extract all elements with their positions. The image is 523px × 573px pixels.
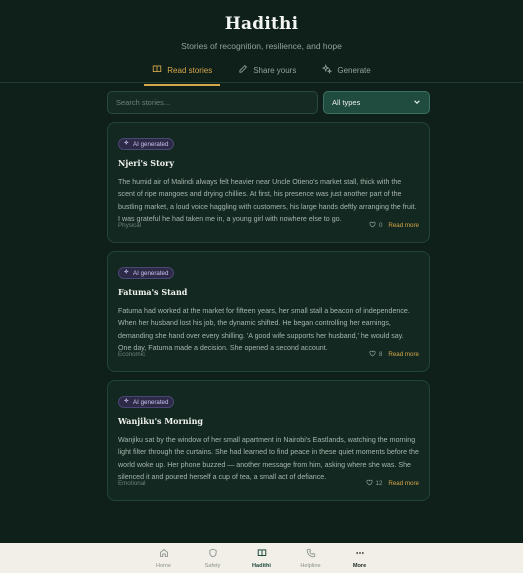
like-button[interactable]: 8 — [369, 350, 382, 359]
heart-icon — [369, 350, 376, 359]
heart-icon — [369, 221, 376, 230]
story-category: Economic — [118, 351, 146, 358]
bottom-nav: Home Safety Hadithi Helpline More — [0, 543, 523, 573]
story-list: AI generated Njeri's Story The humid air… — [107, 122, 430, 509]
nav-home[interactable]: Home — [149, 543, 178, 573]
page-header: Hadithi Stories of recognition, resilien… — [0, 0, 523, 51]
story-card[interactable]: AI generated Wanjiku's Morning Wanjiku s… — [107, 380, 430, 501]
search-input[interactable] — [107, 91, 318, 114]
shield-icon — [208, 548, 218, 563]
book-open-icon — [257, 548, 267, 563]
more-dots-icon — [355, 548, 365, 563]
ai-generated-badge: AI generated — [118, 267, 175, 279]
nav-label: More — [352, 563, 367, 569]
sparkle-icon — [123, 268, 130, 277]
story-footer: Physical 0 Read more — [118, 221, 419, 230]
badge-label: AI generated — [133, 140, 169, 148]
tab-label: Share yours — [253, 65, 297, 75]
story-footer: Economic 8 Read more — [118, 350, 419, 359]
story-excerpt: Fatuma had worked at the market for fift… — [118, 307, 410, 352]
story-title: Fatuma's Stand — [118, 287, 188, 297]
badge-label: AI generated — [133, 398, 169, 406]
page-title: Hadithi — [224, 14, 299, 34]
chevron-down-icon — [413, 98, 421, 108]
story-category: Emotional — [118, 480, 146, 487]
nav-hadithi[interactable]: Hadithi — [247, 543, 276, 573]
story-excerpt: The humid air of Malindi always felt hea… — [118, 178, 417, 223]
like-count: 12 — [375, 480, 383, 487]
story-card[interactable]: AI generated Njeri's Story The humid air… — [107, 122, 430, 243]
nav-label: Safety — [204, 563, 221, 569]
nav-helpline[interactable]: Helpline — [296, 543, 325, 573]
nav-label: Hadithi — [252, 563, 271, 569]
sparkle-icon — [123, 397, 130, 406]
sparkle-icon — [123, 139, 130, 148]
sparkle-icon — [322, 64, 333, 76]
app-root: Hadithi Stories of recognition, resilien… — [0, 0, 523, 573]
story-card[interactable]: AI generated Fatuma's Stand Fatuma had w… — [107, 251, 430, 372]
story-title: Njeri's Story — [118, 158, 174, 168]
book-icon — [152, 64, 162, 76]
phone-icon — [306, 548, 316, 563]
pen-icon — [238, 64, 248, 76]
filter-bar: All types — [107, 91, 430, 114]
story-actions: 8 Read more — [369, 350, 419, 359]
tab-label: Read stories — [167, 65, 213, 75]
read-more-link[interactable]: Read more — [388, 351, 419, 358]
type-filter-select[interactable]: All types — [323, 91, 430, 114]
story-category: Physical — [118, 222, 142, 229]
page-subtitle: Stories of recognition, resilience, and … — [181, 41, 342, 51]
home-icon — [159, 548, 169, 563]
tabs-divider — [0, 82, 523, 83]
nav-safety[interactable]: Safety — [198, 543, 227, 573]
read-more-link[interactable]: Read more — [388, 480, 419, 487]
like-count: 0 — [378, 222, 383, 229]
nav-more[interactable]: More — [345, 543, 374, 573]
type-filter-value: All types — [332, 98, 361, 107]
tab-label: Generate — [337, 65, 371, 75]
story-actions: 12 Read more — [366, 479, 419, 488]
nav-label: Helpline — [300, 563, 321, 569]
like-button[interactable]: 0 — [369, 221, 382, 230]
story-excerpt: Wanjiku sat by the window of her small a… — [118, 436, 419, 481]
read-more-link[interactable]: Read more — [388, 222, 419, 229]
story-title: Wanjiku's Morning — [118, 416, 203, 426]
nav-label: Home — [156, 563, 171, 569]
badge-label: AI generated — [133, 269, 169, 277]
story-footer: Emotional 12 Read more — [118, 479, 419, 488]
ai-generated-badge: AI generated — [118, 396, 175, 408]
like-count: 8 — [378, 351, 383, 358]
ai-generated-badge: AI generated — [118, 138, 175, 150]
like-button[interactable]: 12 — [366, 479, 383, 488]
story-actions: 0 Read more — [369, 221, 419, 230]
heart-icon — [366, 479, 373, 488]
